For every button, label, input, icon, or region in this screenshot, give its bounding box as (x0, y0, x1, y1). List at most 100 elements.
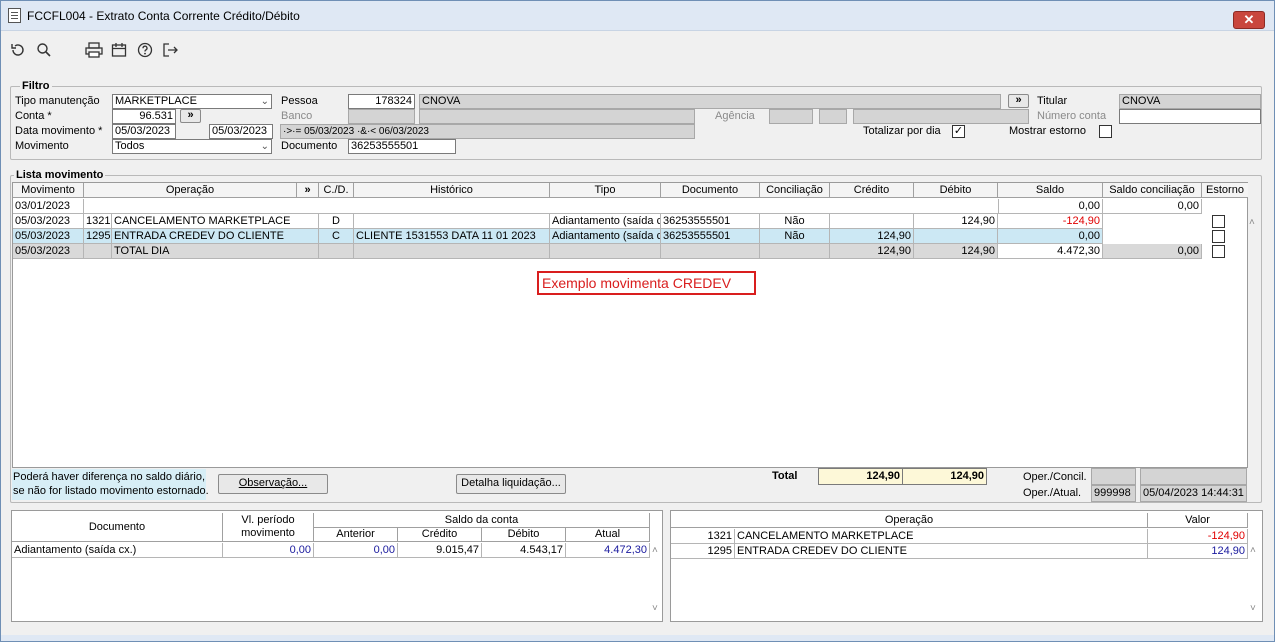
print-icon[interactable] (85, 41, 103, 59)
col-header-documento[interactable]: Documento (661, 183, 760, 198)
cell-tipo: Adiantamento (saída c (550, 214, 661, 229)
oper-concil-code-field (1091, 468, 1136, 485)
resumo-header-vl-periodo-line1: Vl. período (241, 514, 295, 526)
pessoa-code-input[interactable]: 178324 (348, 94, 415, 109)
search-icon[interactable] (35, 41, 53, 59)
totalizar-checkbox[interactable]: ✓ (952, 125, 965, 138)
col-header-operacao[interactable]: Operação (84, 183, 297, 198)
resumo-header-credito[interactable]: Crédito (398, 528, 482, 542)
calendar-icon[interactable] (110, 41, 128, 59)
resumo-header-vl-periodo[interactable]: Vl. período movimento (223, 513, 314, 542)
resumo-header-documento[interactable]: Documento (12, 513, 223, 542)
lista-movimento-title: Lista movimento (14, 169, 106, 181)
data-de-input[interactable]: 05/03/2023 (112, 124, 176, 139)
numero-conta-field[interactable] (1119, 109, 1261, 124)
chevron-down-icon: ⌄ (260, 141, 269, 152)
cell-documento (661, 244, 760, 259)
scroll-up-icon[interactable]: ˄ (1250, 545, 1256, 556)
col-header-debito[interactable]: Débito (914, 183, 998, 198)
data-ate-input[interactable]: 05/03/2023 (209, 124, 273, 139)
cell-operacao-code: 1321 (84, 214, 112, 229)
documento-label: Documento (281, 140, 338, 152)
cell-valor: 124,90 (1148, 544, 1248, 559)
cell-conciliacao (760, 244, 830, 259)
cell-saldo: 4.472,30 (998, 244, 1103, 259)
note-line-2: se não for listado movimento estornado. (13, 485, 209, 497)
cell-movimento: 03/01/2023 (13, 199, 84, 214)
data-movimento-label: Data movimento * (15, 125, 103, 137)
data-expr-field: ·>·= 05/03/2023 ·&·< 06/03/2023 (280, 124, 695, 139)
resumo-header-atual[interactable]: Atual (566, 528, 650, 542)
cell-blank (84, 199, 998, 214)
col-header-expand[interactable]: » (297, 183, 319, 198)
total-debito-field: 124,90 (902, 468, 987, 485)
exit-icon[interactable] (161, 41, 179, 59)
agencia-label: Agência (715, 110, 755, 122)
col-header-tipo[interactable]: Tipo (550, 183, 661, 198)
refresh-icon[interactable] (9, 41, 27, 59)
cell-historico (354, 214, 550, 229)
estorno-checkbox[interactable] (1212, 215, 1225, 228)
detalha-liquidacao-button[interactable]: Detalha liquidação... (456, 474, 566, 494)
col-header-estorno[interactable]: Estorno (1202, 183, 1248, 198)
col-header-saldo-conciliacao[interactable]: Saldo conciliação (1103, 183, 1202, 198)
cell-saldo-conciliacao: 0,00 (1103, 244, 1202, 259)
scroll-up-icon[interactable]: ˄ (652, 545, 658, 556)
operacoes-header-operacao[interactable]: Operação (671, 513, 1148, 528)
estorno-checkbox[interactable] (1212, 245, 1225, 258)
cell-cd (319, 244, 354, 259)
col-header-saldo[interactable]: Saldo (998, 183, 1103, 198)
banco-label: Banco (281, 110, 313, 122)
scroll-down-icon[interactable]: ˅ (652, 603, 658, 614)
note-line-1: Poderá haver diferença no saldo diário, (13, 471, 206, 483)
col-header-cd[interactable]: C./D. (319, 183, 354, 198)
chevron-down-icon: ⌄ (260, 96, 269, 107)
resumo-header-saldo-conta: Saldo da conta (314, 513, 650, 528)
cell-operacao-code: 1295 (671, 544, 735, 559)
resumo-header-debito[interactable]: Débito (482, 528, 566, 542)
toolbar (2, 32, 1274, 68)
cell-debito (914, 229, 998, 244)
document-icon (8, 8, 21, 23)
mostrar-estorno-label: Mostrar estorno (1009, 125, 1087, 137)
estorno-checkbox[interactable] (1212, 230, 1225, 243)
scroll-up-icon[interactable]: ˄ (1249, 217, 1255, 228)
mostrar-estorno-checkbox[interactable] (1099, 125, 1112, 138)
cell-tipo: Adiantamento (saída c (550, 229, 661, 244)
operacoes-header-valor[interactable]: Valor (1148, 513, 1248, 528)
cell-operacao: TOTAL DIA (112, 244, 319, 259)
oper-atual-label: Oper./Atual. (1023, 487, 1082, 499)
pessoa-name-field: CNOVA (419, 94, 1001, 109)
cell-operacao-code (84, 244, 112, 259)
agencia-dv-field (819, 109, 847, 124)
help-icon[interactable] (136, 41, 154, 59)
movimento-grid: Movimento Operação » C./D. Histórico Tip… (12, 182, 1255, 468)
col-header-credito[interactable]: Crédito (830, 183, 914, 198)
pessoa-lookup-button[interactable]: » (1008, 94, 1029, 108)
cell-operacao-code: 1321 (671, 529, 735, 544)
note-box: Poderá haver diferença no saldo diário, … (12, 469, 209, 500)
resumo-header-anterior[interactable]: Anterior (314, 528, 398, 542)
conta-input[interactable]: 96.531 (112, 109, 176, 124)
cell-atual: 4.472,30 (566, 543, 650, 558)
oper-concil-ts-field (1140, 468, 1247, 485)
close-button[interactable]: ✕ (1233, 11, 1265, 29)
banco-code-field (348, 109, 415, 124)
total-credito-field: 124,90 (818, 468, 903, 485)
col-header-historico[interactable]: Histórico (354, 183, 550, 198)
oper-concil-label: Oper./Concil. (1023, 471, 1087, 483)
conta-lookup-button[interactable]: » (180, 109, 201, 123)
titular-label: Titular (1037, 95, 1068, 107)
pessoa-label: Pessoa (281, 95, 318, 107)
col-header-movimento[interactable]: Movimento (13, 183, 84, 198)
main-window: FCCFL004 - Extrato Conta Corrente Crédit… (0, 0, 1275, 642)
cell-tipo (550, 244, 661, 259)
documento-input[interactable]: 36253555501 (348, 139, 456, 154)
movimento-select[interactable]: Todos ⌄ (112, 139, 272, 154)
title-bar: FCCFL004 - Extrato Conta Corrente Crédit… (1, 1, 1274, 31)
scroll-down-icon[interactable]: ˅ (1250, 603, 1256, 614)
cell-historico: CLIENTE 1531553 DATA 11 01 2023 (354, 229, 550, 244)
col-header-conciliacao[interactable]: Conciliação (760, 183, 830, 198)
observacao-button[interactable]: Observação... (218, 474, 328, 494)
tipo-manutencao-select[interactable]: MARKETPLACE ⌄ (112, 94, 272, 109)
